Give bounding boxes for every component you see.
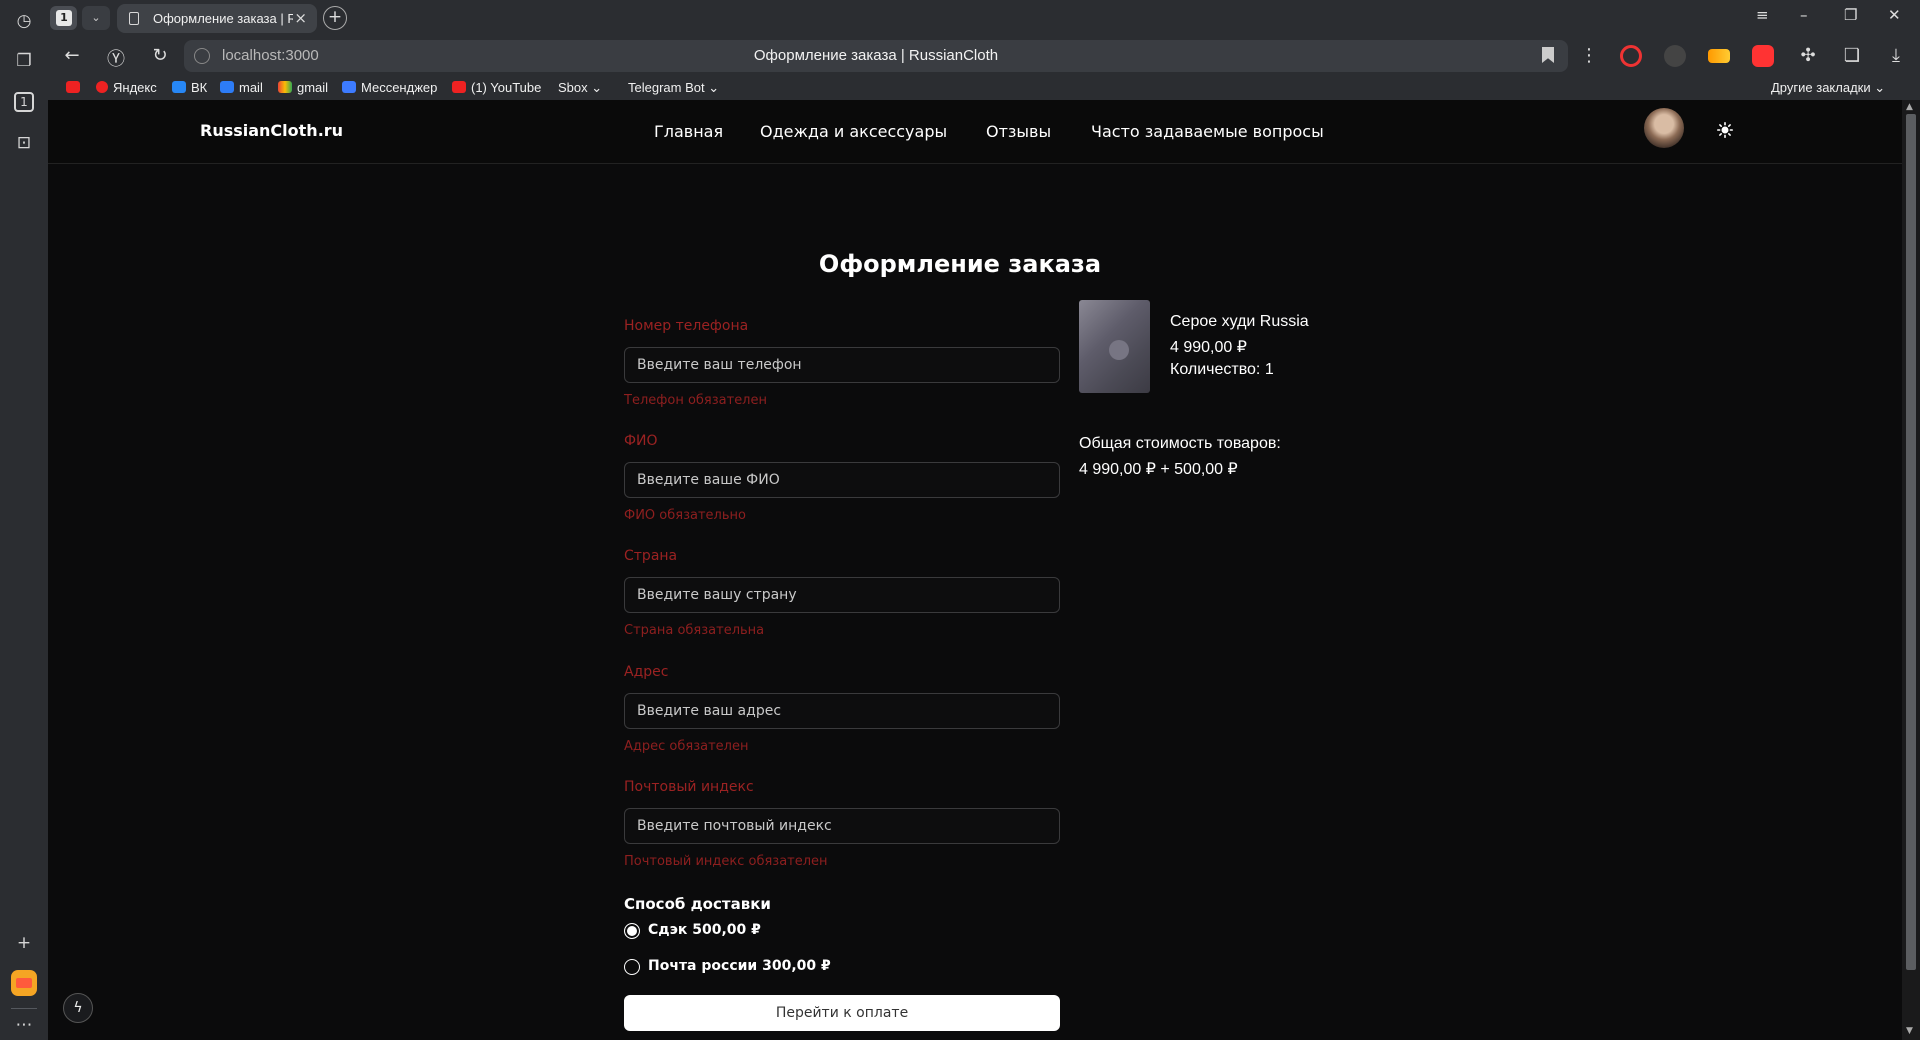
browser-sidebar: ◷ ❐ 1 ⊡ + ⋯: [0, 0, 48, 1040]
nav-reviews[interactable]: Отзывы: [986, 122, 1051, 141]
nav-home[interactable]: Главная: [654, 122, 723, 141]
bookmark-label: mail: [239, 80, 263, 95]
site-logo[interactable]: RussianCloth.ru: [200, 121, 343, 140]
delivery-method-label: Способ доставки: [624, 895, 771, 913]
restore-icon[interactable]: ❐: [1844, 6, 1857, 24]
product-price: 4 990,00 ₽: [1170, 339, 1247, 356]
scroll-down-icon[interactable]: ▼: [1906, 1026, 1913, 1036]
bookmark-vk[interactable]: ВК: [172, 80, 207, 95]
bookmark-label: Sbox: [558, 80, 588, 95]
reload-icon[interactable]: ↻: [148, 45, 172, 66]
delivery-russian-post-label[interactable]: Почта россии 300,00 ₽: [648, 958, 831, 974]
phone-label: Номер телефона: [624, 318, 749, 334]
address-page-title: Оформление заказа | RussianCloth: [753, 47, 999, 64]
tabs-badge-icon[interactable]: 1: [14, 92, 34, 112]
country-input[interactable]: [624, 577, 1060, 613]
country-label: Страна: [624, 548, 678, 564]
phone-error: Телефон обязателен: [624, 393, 767, 408]
extensions-icon[interactable]: ✣: [1796, 45, 1820, 66]
mail-app-icon[interactable]: [11, 970, 37, 996]
bookmark-label: (1) YouTube: [471, 80, 542, 95]
tab-title: Оформление заказа | RussianCloth: [153, 11, 293, 26]
avatar[interactable]: [1644, 108, 1684, 148]
delivery-cdek-label[interactable]: Сдэк 500,00 ₽: [648, 922, 761, 938]
address-error: Адрес обязателен: [624, 739, 749, 754]
bookmark-yandex[interactable]: Яндекс: [96, 80, 157, 95]
phone-input[interactable]: [624, 347, 1060, 383]
downloads-icon[interactable]: ⤓: [1884, 45, 1908, 66]
minimize-icon[interactable]: –: [1800, 6, 1808, 24]
product-name: Серое худи Russia: [1170, 313, 1309, 330]
product-quantity: Количество: 1: [1170, 361, 1274, 378]
document-icon: [129, 12, 139, 25]
theme-toggle-sun-icon[interactable]: [1717, 122, 1733, 138]
bookmark-label: ВК: [191, 80, 208, 95]
bookmark-youtube[interactable]: (1) YouTube: [452, 80, 541, 95]
back-icon[interactable]: ←: [60, 45, 84, 66]
page-viewport: [48, 100, 1902, 1040]
total-value: 4 990,00 ₽ + 500,00 ₽: [1079, 461, 1238, 478]
close-window-icon[interactable]: ✕: [1888, 6, 1901, 24]
postal-code-input[interactable]: [624, 808, 1060, 844]
extension-audio-icon[interactable]: [1708, 49, 1730, 63]
go-to-payment-button[interactable]: Перейти к оплате: [624, 995, 1060, 1031]
scrollbar[interactable]: ▲ ▼: [1902, 100, 1920, 1040]
extension-record-icon[interactable]: [1620, 45, 1642, 67]
reader-icon[interactable]: ❏: [1840, 45, 1864, 66]
delivery-russian-post-radio[interactable]: [624, 959, 640, 975]
yandex-icon[interactable]: Ⓨ: [104, 45, 128, 71]
address-bar[interactable]: localhost:3000 Оформление заказа | Russi…: [184, 40, 1568, 72]
bookmark-label: Telegram Bot: [628, 80, 705, 95]
scroll-up-icon[interactable]: ▲: [1906, 102, 1913, 112]
bookmark-youtube-icon[interactable]: [66, 80, 85, 95]
kebab-menu-icon[interactable]: ⋮: [1577, 45, 1601, 66]
delivery-cdek-radio[interactable]: [624, 923, 640, 939]
fullname-label: ФИО: [624, 433, 658, 449]
add-panel-icon[interactable]: +: [11, 930, 37, 956]
lightning-icon[interactable]: ϟ: [63, 993, 93, 1023]
country-error: Страна обязательна: [624, 623, 765, 638]
nav-clothing[interactable]: Одежда и аксессуары: [760, 122, 947, 141]
postal-code-label: Почтовый индекс: [624, 779, 754, 795]
screenshot-icon[interactable]: ⊡: [11, 130, 37, 156]
menu-icon[interactable]: ≡: [1756, 6, 1769, 24]
postal-code-error: Почтовый индекс обязателен: [624, 854, 828, 869]
bookmark-folder-sbox[interactable]: Sbox ⌄: [558, 80, 602, 96]
bookmark-label: Яндекс: [113, 80, 157, 95]
history-icon[interactable]: ◷: [11, 8, 37, 34]
close-tab-icon[interactable]: ×: [294, 9, 307, 27]
address-label: Адрес: [624, 664, 669, 680]
other-bookmarks[interactable]: Другие закладки ⌄: [1771, 80, 1885, 96]
bookmark-messenger[interactable]: Мессенджер: [342, 80, 437, 95]
page-title: Оформление заказа: [818, 250, 1102, 278]
bookmark-mail[interactable]: mail: [220, 80, 263, 95]
tab-count: 1: [56, 10, 72, 26]
bookmark-label: gmail: [297, 80, 329, 95]
bookmarks-bar: [48, 76, 1920, 100]
bookmark-gmail[interactable]: gmail: [278, 80, 328, 95]
fullname-error: ФИО обязательно: [624, 508, 746, 523]
other-bookmarks-label: Другие закладки: [1771, 80, 1871, 95]
product-image: [1079, 300, 1150, 393]
address-input[interactable]: [624, 693, 1060, 729]
new-tab-button[interactable]: +: [323, 6, 347, 30]
bookmark-label: Мессенджер: [361, 80, 438, 95]
tab-active[interactable]: Оформление заказа | RussianCloth ×: [117, 4, 317, 33]
tab-list-chevron-icon[interactable]: ⌄: [82, 6, 110, 30]
total-label: Общая стоимость товаров:: [1079, 435, 1281, 452]
bookmark-folder-telegram-bot[interactable]: Telegram Bot ⌄: [628, 80, 719, 96]
tab-group-badge[interactable]: 1: [50, 6, 77, 30]
sidebar-divider: [11, 1008, 37, 1009]
scrollbar-thumb[interactable]: [1906, 114, 1916, 970]
extension-b-icon[interactable]: [1664, 45, 1686, 67]
fullname-input[interactable]: [624, 462, 1060, 498]
extension-music-icon[interactable]: [1752, 45, 1774, 67]
collections-icon[interactable]: ❐: [11, 48, 37, 74]
more-icon[interactable]: ⋯: [11, 1012, 37, 1038]
nav-faq[interactable]: Часто задаваемые вопросы: [1091, 122, 1324, 141]
